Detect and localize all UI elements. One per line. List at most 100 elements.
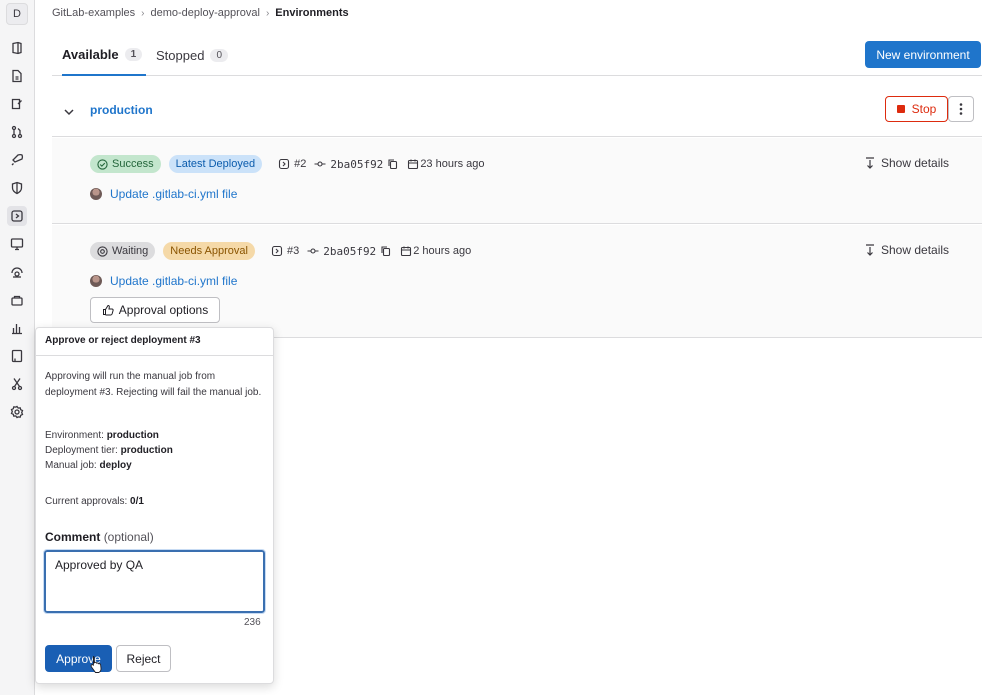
calendar-icon bbox=[408, 159, 419, 170]
breadcrumb-current[interactable]: Environments bbox=[275, 7, 348, 19]
rocket-icon[interactable] bbox=[7, 150, 27, 170]
show-details-button[interactable]: Show details bbox=[865, 243, 949, 257]
more-actions-button[interactable] bbox=[948, 96, 974, 122]
breadcrumb: GitLab-examples › demo-deploy-approval ›… bbox=[52, 7, 349, 19]
show-details-label: Show details bbox=[881, 243, 950, 257]
deployment-id-label: #2 bbox=[294, 158, 307, 170]
needs-approval-badge: Needs Approval bbox=[163, 242, 255, 260]
status-badge-success[interactable]: Success bbox=[90, 155, 161, 173]
breadcrumb-separator-icon: › bbox=[141, 7, 145, 19]
comment-label: Comment (optional) bbox=[45, 530, 154, 544]
author-avatar[interactable] bbox=[90, 188, 102, 200]
new-environment-button[interactable]: New environment bbox=[865, 41, 981, 68]
tier-info-label: Deployment tier: bbox=[45, 445, 118, 456]
commit-title: Update .gitlab-ci.yml file bbox=[90, 274, 237, 288]
deployment-icon bbox=[279, 158, 290, 170]
reject-button[interactable]: Reject bbox=[116, 645, 171, 672]
breadcrumb-group[interactable]: GitLab-examples bbox=[52, 7, 135, 19]
thumb-up-icon bbox=[102, 304, 114, 316]
project-icon[interactable] bbox=[7, 38, 27, 58]
monitor-icon[interactable] bbox=[7, 234, 27, 254]
deployments-icon[interactable] bbox=[7, 206, 27, 226]
commit-sha-link[interactable]: 2ba05f92 bbox=[330, 158, 383, 171]
tab-stopped-label: Stopped bbox=[156, 47, 205, 63]
status-badge-waiting[interactable]: Waiting bbox=[90, 242, 156, 260]
commit-sha: 2ba05f92 bbox=[314, 158, 399, 171]
analytics-icon[interactable] bbox=[7, 318, 27, 338]
breadcrumb-separator-icon: › bbox=[265, 7, 270, 19]
deployment-meta: Success Latest Deployed #2 2ba05f92 23 h… bbox=[90, 154, 485, 174]
environment-info-value: production bbox=[106, 430, 159, 441]
tab-available-count: 1 bbox=[124, 47, 143, 61]
popover-title: Approve or reject deployment #3 bbox=[45, 335, 201, 346]
environment-info-label: Environment: bbox=[45, 430, 104, 441]
file-icon[interactable] bbox=[7, 66, 27, 86]
snippets-icon[interactable] bbox=[7, 374, 27, 394]
waiting-icon bbox=[97, 245, 108, 257]
commit-icon bbox=[307, 248, 319, 254]
popover-divider bbox=[36, 355, 273, 356]
deployment-time-label: 2 hours ago bbox=[413, 245, 472, 257]
deployment-id-label: #3 bbox=[286, 245, 300, 257]
package-icon[interactable] bbox=[7, 290, 27, 310]
show-details-label: Show details bbox=[881, 156, 950, 170]
commit-title: Update .gitlab-ci.yml file bbox=[90, 187, 237, 201]
show-details-button[interactable]: Show details bbox=[865, 156, 949, 170]
deployment-row: Success Latest Deployed #2 2ba05f92 23 h… bbox=[52, 138, 982, 224]
commit-sha: 2ba05f92 bbox=[307, 245, 392, 258]
copy-icon[interactable] bbox=[380, 245, 392, 257]
stop-button[interactable]: Stop bbox=[885, 96, 948, 122]
deployment-time: 2 hours ago bbox=[400, 245, 471, 257]
commit-sha-link[interactable]: 2ba05f92 bbox=[323, 245, 376, 258]
calendar-icon bbox=[401, 246, 412, 257]
status-label: Success bbox=[112, 158, 154, 170]
pointer-cursor-icon bbox=[90, 656, 102, 673]
commit-title-link[interactable]: Update .gitlab-ci.yml file bbox=[110, 187, 237, 201]
comment-label-text: Comment bbox=[45, 530, 101, 544]
approvals-info-value: 0/1 bbox=[130, 496, 144, 507]
chevron-down-icon[interactable] bbox=[62, 105, 76, 119]
approvals-info: Current approvals: 0/1 bbox=[45, 496, 144, 507]
environment-tabs: Available 1 Stopped 0 bbox=[52, 34, 982, 76]
tab-stopped[interactable]: Stopped 0 bbox=[156, 34, 236, 76]
approval-popover: Approve or reject deployment #3 Approvin… bbox=[35, 327, 274, 684]
infrastructure-icon[interactable] bbox=[7, 262, 27, 282]
environment-name-link[interactable]: production bbox=[90, 103, 153, 117]
settings-icon[interactable] bbox=[7, 402, 27, 422]
job-info-value: deploy bbox=[99, 460, 132, 471]
deployment-id: #2 bbox=[278, 158, 306, 170]
project-avatar[interactable]: D bbox=[6, 3, 28, 25]
wiki-icon[interactable] bbox=[7, 346, 27, 366]
shield-icon[interactable] bbox=[7, 178, 27, 198]
breadcrumb-project[interactable]: demo-deploy-approval bbox=[151, 7, 260, 19]
commit-title-link[interactable]: Update .gitlab-ci.yml file bbox=[110, 274, 237, 288]
deployment-time-label: 23 hours ago bbox=[420, 158, 485, 170]
expand-icon bbox=[866, 157, 874, 169]
status-label: Waiting bbox=[112, 245, 149, 257]
popover-description: Approving will run the manual job from d… bbox=[45, 371, 262, 398]
tab-available-label: Available bbox=[62, 46, 119, 62]
deployment-row: Waiting Needs Approval #3 2ba05f92 2 hou… bbox=[52, 225, 982, 338]
copy-icon[interactable] bbox=[387, 158, 399, 170]
deployment-id: #3 bbox=[271, 245, 299, 257]
job-info-label: Manual job: bbox=[45, 460, 97, 471]
job-info: Manual job: deploy bbox=[45, 460, 132, 471]
deployment-meta: Waiting Needs Approval #3 2ba05f92 2 hou… bbox=[90, 241, 471, 261]
sidebar: D bbox=[0, 0, 35, 695]
tab-available[interactable]: Available 1 bbox=[62, 34, 146, 76]
approvals-info-label: Current approvals: bbox=[45, 496, 128, 507]
comment-optional-text: (optional) bbox=[103, 530, 154, 544]
deployment-time: 23 hours ago bbox=[407, 158, 485, 170]
stop-label: Stop bbox=[911, 102, 937, 116]
comment-textarea[interactable]: Approved by QA bbox=[43, 549, 266, 614]
merge-request-icon[interactable] bbox=[7, 122, 27, 142]
environment-header: production Stop bbox=[52, 92, 982, 137]
environment-info: Environment: production bbox=[45, 430, 159, 441]
approval-options-button[interactable]: Approval options bbox=[90, 297, 220, 323]
deployment-icon bbox=[271, 245, 283, 257]
approval-options-label: Approval options bbox=[118, 303, 209, 317]
author-avatar[interactable] bbox=[90, 275, 102, 287]
latest-deployed-badge: Latest Deployed bbox=[168, 155, 263, 173]
issues-icon[interactable] bbox=[7, 94, 27, 114]
stop-icon bbox=[896, 105, 905, 113]
